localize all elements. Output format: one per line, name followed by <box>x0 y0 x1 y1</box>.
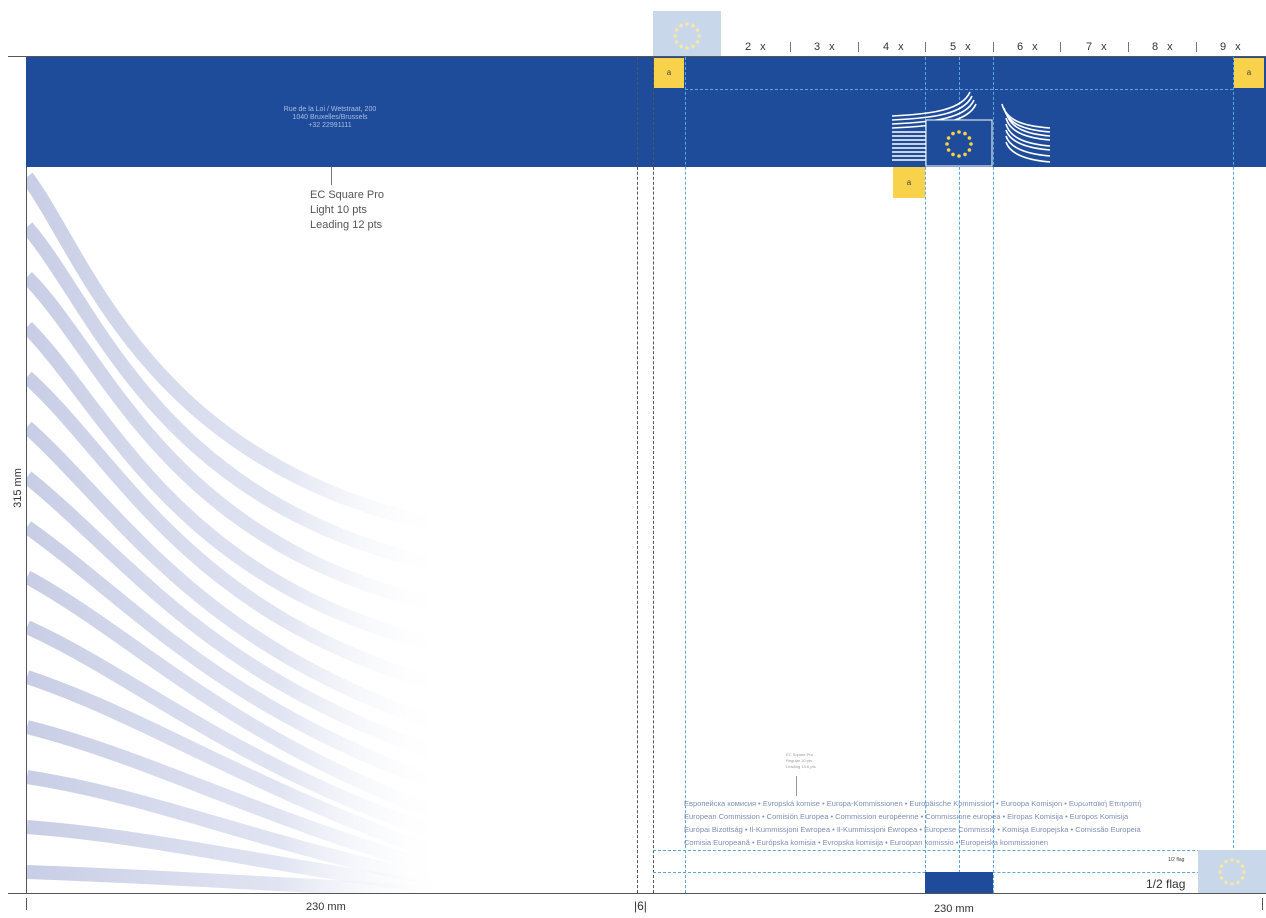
half-flag <box>1198 850 1266 893</box>
scale-label: 3 x <box>814 41 838 53</box>
guide-line <box>959 57 960 893</box>
scale-tick <box>790 42 791 52</box>
scale-tick <box>993 42 994 52</box>
flag-thumbnail-top <box>653 11 721 57</box>
guide-line <box>1233 57 1234 893</box>
scale-label: 5 x <box>950 41 974 53</box>
guide-line <box>653 850 1265 851</box>
small-font-spec: EC Square Pro Regular 10 pts Leading 14,… <box>786 752 816 770</box>
multilingual-line: Европейска комисия • Evropská komise • E… <box>684 799 1142 808</box>
eu-stars-icon <box>1218 858 1246 886</box>
right-tick <box>1262 898 1263 910</box>
scale-tick <box>858 42 859 52</box>
height-dimension: 315 mm <box>12 468 24 508</box>
scale-tick <box>925 42 926 52</box>
ec-logo-lines-icon <box>891 91 1051 167</box>
margin-marker: a <box>893 167 925 198</box>
guide-line <box>993 57 994 893</box>
margin-marker: a <box>654 58 684 88</box>
swoosh-graphic <box>27 172 450 893</box>
multilingual-line: Comisia Europeană • Európska komisia • E… <box>684 838 1048 847</box>
font-spec-line: Leading 12 pts <box>310 219 383 231</box>
multilingual-line: European Commission • Comisión Europea •… <box>684 812 1129 821</box>
left-tick <box>26 898 27 910</box>
multilingual-names: Европейска комисия • Evropská komise • E… <box>684 797 1244 849</box>
ec-logo <box>891 90 1052 168</box>
scale-tick <box>1060 42 1061 52</box>
blue-header-band <box>26 57 1266 167</box>
bottom-blue-block <box>925 872 993 893</box>
spine-guide <box>637 57 638 893</box>
scale-label: 4 x <box>883 41 907 53</box>
scale-label: 7 x <box>1086 41 1110 53</box>
eu-stars-icon <box>673 22 701 50</box>
scale-tick <box>1128 42 1129 52</box>
small-spec-line: Leading 14,6 pts <box>786 764 816 769</box>
scale-tick <box>1196 42 1197 52</box>
right-width-dimension: 230 mm <box>934 903 974 915</box>
half-flag-label: 1/2 flag <box>1146 877 1186 891</box>
multilingual-line: Európai Bizottság • Il-Kummissjoni Ewrop… <box>684 825 1141 834</box>
address-block: Rue de la Loi / Wetstraat, 200 1040 Brux… <box>230 106 430 130</box>
frame-bottom-line <box>8 893 1266 894</box>
font-spec-line: EC Square Pro <box>310 189 384 201</box>
address-line: Rue de la Loi / Wetstraat, 200 <box>283 106 377 113</box>
small-spec-leader <box>796 776 797 796</box>
half-flag-small-label: 1/2 flag <box>1168 857 1185 863</box>
left-width-dimension: 230 mm <box>306 901 346 913</box>
font-spec-line: Light 10 pts <box>310 204 367 216</box>
scale-label: 6 x <box>1017 41 1041 53</box>
address-line: +32 22991111 <box>308 122 352 129</box>
font-spec: EC Square Pro Light 10 pts Leading 12 pt… <box>310 188 384 233</box>
scale-label: 2 x <box>745 41 769 53</box>
guide-line <box>685 57 686 893</box>
margin-marker: a <box>1234 58 1264 88</box>
spec-leader-line <box>331 167 332 185</box>
address-line: 1040 Bruxelles/Brussels <box>292 114 368 121</box>
scale-label: 9 x <box>1220 41 1244 53</box>
spine-dimension: |6| <box>634 899 647 913</box>
scale-label: 8 x <box>1152 41 1176 53</box>
guide-line <box>925 57 926 893</box>
spine-guide <box>653 57 654 893</box>
